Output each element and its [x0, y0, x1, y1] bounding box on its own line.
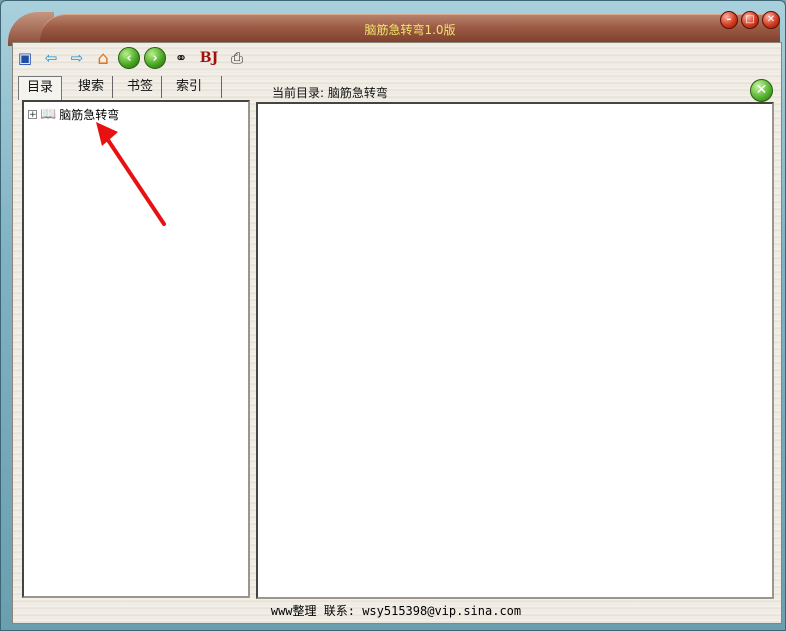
close-pane-icon[interactable]: ✕	[750, 79, 773, 102]
forward-circle-icon[interactable]: ›	[144, 47, 166, 69]
close-button[interactable]: ✕	[762, 11, 780, 29]
home-icon[interactable]: ⌂	[92, 47, 114, 69]
tab-search[interactable]: 搜索	[70, 76, 114, 98]
window-title: 脑筋急转弯1.0版	[364, 23, 456, 37]
bj-icon[interactable]: BJ	[196, 47, 222, 69]
book-icon: 📖	[40, 107, 57, 122]
arrow-right-icon[interactable]: ⇨	[66, 47, 88, 69]
tab-contents[interactable]: 目录	[18, 76, 63, 100]
toolbar: ▣ ⇦ ⇨ ⌂ ‹ › ⚭ BJ ⎙	[14, 45, 248, 71]
tab-bookmarks[interactable]: 书签	[119, 76, 163, 98]
back-circle-icon[interactable]: ‹	[118, 47, 140, 69]
status-bar: www整理 联系: wsy515398@vip.sina.com	[270, 604, 522, 618]
binoculars-icon[interactable]: ⚭	[170, 47, 192, 69]
arrow-left-icon[interactable]: ⇦	[40, 47, 62, 69]
title-bar[interactable]: 脑筋急转弯1.0版	[40, 14, 780, 43]
exit-icon[interactable]: ▣	[14, 47, 36, 69]
window-controls: – □ ✕	[720, 11, 780, 29]
current-directory-label: 当前目录: 脑筋急转弯	[272, 86, 388, 100]
content-area[interactable]	[256, 102, 774, 599]
maximize-button[interactable]: □	[741, 11, 759, 29]
tab-index[interactable]: 索引	[168, 76, 223, 98]
annotation-arrow-icon	[96, 122, 166, 226]
minimize-button[interactable]: –	[720, 11, 738, 29]
tab-strip: 目录 搜索 书签 索引	[18, 76, 223, 100]
options-icon[interactable]: ⎙	[226, 47, 248, 69]
expand-icon[interactable]: +	[28, 110, 37, 120]
